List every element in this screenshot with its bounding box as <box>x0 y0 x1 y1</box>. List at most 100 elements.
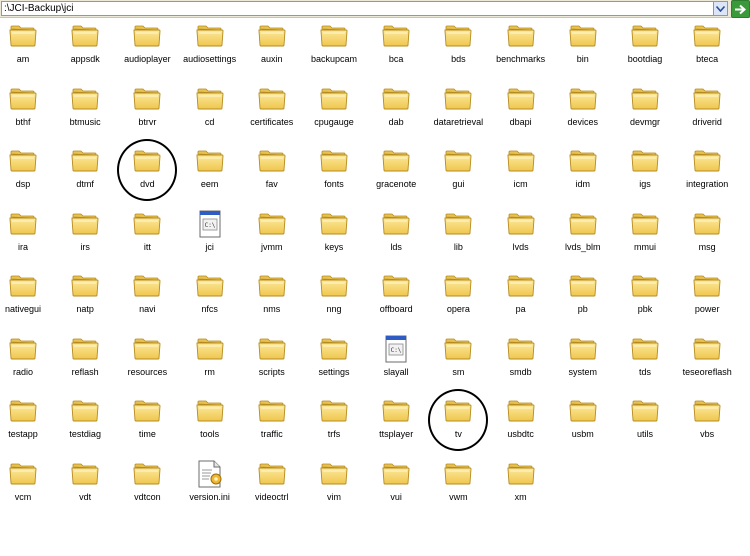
file-label: vim <box>327 491 341 502</box>
file-item-driverid[interactable]: driverid <box>670 83 744 135</box>
file-item-power[interactable]: power <box>670 270 744 322</box>
folder-icon <box>131 458 163 490</box>
file-label: tools <box>200 429 220 439</box>
folder-icon <box>69 145 101 177</box>
batch-file-icon: C:\ <box>380 333 412 365</box>
file-label: vcm <box>14 491 32 502</box>
file-label: gui <box>452 179 465 189</box>
folder-icon <box>69 83 101 115</box>
folder-icon <box>505 270 537 302</box>
file-label: benchmarks <box>496 54 546 64</box>
folder-icon <box>131 20 163 52</box>
file-label: idm <box>575 179 591 189</box>
file-label: am <box>16 54 30 64</box>
file-label: nativegui <box>4 304 42 314</box>
file-label: dbapi <box>509 116 532 127</box>
folder-icon <box>256 83 288 115</box>
file-label: devmgr <box>629 116 660 127</box>
file-label: scripts <box>258 366 285 377</box>
file-label: pbk <box>637 304 653 314</box>
file-item-xm[interactable]: xm <box>484 458 558 510</box>
file-item-bteca[interactable]: bteca <box>670 20 744 72</box>
file-label: ttsplayer <box>379 429 414 439</box>
folder-icon <box>256 270 288 302</box>
folder-icon <box>318 395 350 427</box>
folder-icon <box>442 83 474 115</box>
folder-icon <box>194 145 226 177</box>
folder-icon <box>629 20 661 52</box>
folder-icon <box>629 208 661 240</box>
folder-icon <box>256 20 288 52</box>
file-label: version.ini <box>189 491 230 502</box>
file-label: bootdiag <box>627 54 663 64</box>
file-label: usbm <box>571 429 594 439</box>
file-item-integration[interactable]: integration <box>670 145 744 197</box>
folder-icon <box>691 83 723 115</box>
folder-icon <box>131 145 163 177</box>
folder-icon <box>7 270 39 302</box>
file-label: xm <box>514 491 527 502</box>
file-label: bthf <box>15 116 31 127</box>
file-label: dsp <box>15 179 31 189</box>
file-item-msg[interactable]: msg <box>670 208 744 260</box>
folder-icon <box>131 333 163 365</box>
folder-icon <box>442 20 474 52</box>
file-label: opera <box>446 304 470 314</box>
folder-icon <box>318 145 350 177</box>
folder-icon <box>691 270 723 302</box>
folder-icon <box>629 333 661 365</box>
folder-icon <box>131 83 163 115</box>
file-label: radio <box>12 366 33 377</box>
folder-icon <box>131 270 163 302</box>
folder-icon <box>194 83 226 115</box>
folder-icon <box>380 395 412 427</box>
folder-icon <box>131 395 163 427</box>
file-label: appsdk <box>70 54 100 64</box>
file-label: tds <box>638 366 651 377</box>
file-label: bds <box>451 54 466 64</box>
folder-icon <box>567 145 599 177</box>
folder-icon <box>318 83 350 115</box>
folder-icon <box>380 458 412 490</box>
folder-icon <box>69 395 101 427</box>
folder-icon <box>256 458 288 490</box>
file-label: nms <box>263 304 281 314</box>
file-label: vdt <box>79 491 92 502</box>
file-label: keys <box>324 241 344 252</box>
file-label: fav <box>265 179 278 189</box>
folder-icon <box>691 20 723 52</box>
folder-icon <box>380 145 412 177</box>
folder-icon <box>318 270 350 302</box>
settings-file-icon <box>194 458 226 490</box>
folder-icon <box>380 208 412 240</box>
file-label: nfcs <box>201 304 218 314</box>
file-item-teseoreflash[interactable]: teseoreflash <box>670 333 744 385</box>
file-label: settings <box>318 366 350 377</box>
file-label: igs <box>639 179 651 189</box>
file-label: traffic <box>260 429 283 439</box>
folder-icon <box>256 333 288 365</box>
file-label: rm <box>204 366 215 377</box>
file-label: natp <box>76 304 94 314</box>
file-label: dvd <box>140 179 155 189</box>
folder-icon <box>567 270 599 302</box>
file-label: btmusic <box>69 116 101 127</box>
folder-icon <box>505 208 537 240</box>
file-label: itt <box>143 241 151 252</box>
folder-icon <box>7 333 39 365</box>
file-label: offboard <box>379 304 413 314</box>
folder-icon <box>69 270 101 302</box>
file-label: trfs <box>327 429 341 439</box>
svg-text:C:\: C:\ <box>204 222 215 229</box>
file-item-vbs[interactable]: vbs <box>670 395 744 447</box>
folder-icon <box>567 333 599 365</box>
file-label: msg <box>698 241 716 252</box>
folder-icon <box>69 208 101 240</box>
folder-icon <box>442 208 474 240</box>
file-view: am appsdk audioplayer audiosettings auxin bac… <box>0 0 750 556</box>
file-label: videoctrl <box>255 491 289 502</box>
folder-icon <box>505 458 537 490</box>
file-label: dab <box>388 116 404 127</box>
file-label: smdb <box>509 366 532 377</box>
folder-icon <box>7 145 39 177</box>
